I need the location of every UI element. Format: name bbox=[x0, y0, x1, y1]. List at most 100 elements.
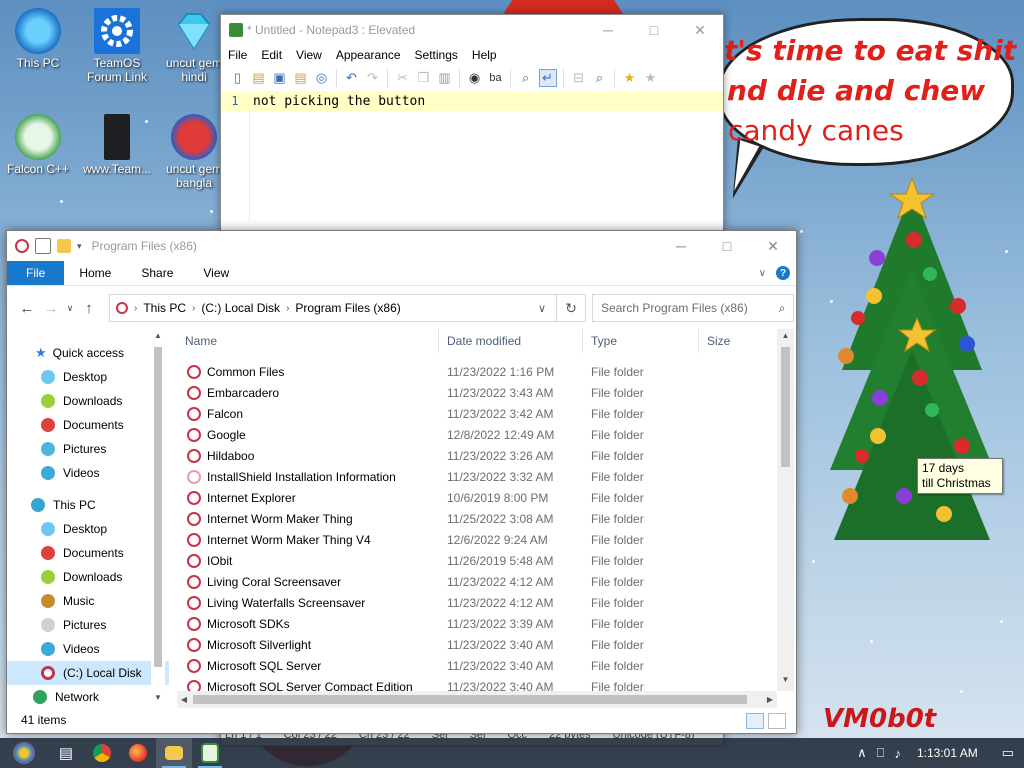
customize-dropdown-icon[interactable]: ▾ bbox=[77, 241, 82, 252]
close-button[interactable]: ✕ bbox=[750, 231, 796, 261]
copy-icon[interactable]: ❐ bbox=[416, 70, 432, 86]
zoom-in-icon[interactable]: ⌕ bbox=[592, 70, 608, 86]
scroll-down-icon[interactable]: ▼ bbox=[151, 693, 165, 702]
start-button[interactable] bbox=[0, 738, 48, 768]
menu-appearance[interactable]: Appearance bbox=[329, 48, 408, 62]
show-hidden-icons-icon[interactable]: ∧ bbox=[857, 745, 867, 761]
new-file-icon[interactable]: ▯ bbox=[230, 70, 246, 86]
network-icon[interactable]: ⎕ bbox=[877, 745, 885, 761]
file-list-scrollbar[interactable]: ▲ ▼ bbox=[777, 329, 794, 691]
nav-pc-music[interactable]: Music bbox=[7, 589, 169, 613]
breadcrumb-this-pc[interactable]: This PC bbox=[137, 301, 192, 315]
desktop-icon-this-pc[interactable]: This PC bbox=[2, 8, 74, 70]
maximize-button[interactable]: □ bbox=[631, 15, 677, 45]
scroll-left-icon[interactable]: ◀ bbox=[177, 691, 191, 708]
horizontal-scrollbar[interactable]: ◀ ▶ bbox=[177, 691, 777, 708]
open-folder-icon[interactable]: ▤ bbox=[251, 70, 267, 86]
nav-scrollbar[interactable]: ▲ ▼ bbox=[151, 329, 165, 709]
tab-home[interactable]: Home bbox=[64, 261, 126, 285]
scroll-up-icon[interactable]: ▲ bbox=[151, 331, 165, 340]
table-row[interactable]: Falcon 11/23/2022 3:42 AM File folder bbox=[177, 403, 777, 424]
column-date-modified[interactable]: Date modified bbox=[439, 329, 583, 353]
refresh-button[interactable]: ↻ bbox=[557, 294, 586, 322]
browse-icon[interactable]: ◎ bbox=[314, 70, 330, 86]
nav-qa-videos[interactable]: Videos ⌖ bbox=[7, 461, 169, 485]
desktop-icon-teamos[interactable]: TeamOS Forum Link bbox=[81, 8, 153, 84]
paste-icon[interactable]: ▥ bbox=[437, 70, 453, 86]
explorer-window[interactable]: ▾ Program Files (x86) ─ □ ✕ File Home Sh… bbox=[6, 230, 797, 734]
taskbar-chrome[interactable] bbox=[84, 738, 120, 768]
volume-icon[interactable]: ♪ bbox=[894, 746, 901, 761]
explorer-titlebar[interactable]: ▾ Program Files (x86) ─ □ ✕ bbox=[7, 231, 796, 261]
table-row[interactable]: Embarcadero 11/23/2022 3:43 AM File folder bbox=[177, 382, 777, 403]
search-input[interactable]: Search Program Files (x86) bbox=[593, 301, 771, 315]
nav-this-pc[interactable]: This PC bbox=[7, 493, 169, 517]
table-row[interactable]: Living Coral Screensaver 11/23/2022 4:12 … bbox=[177, 571, 777, 592]
new-folder-icon[interactable] bbox=[57, 239, 71, 253]
search-box[interactable]: Search Program Files (x86) ⌕ bbox=[592, 294, 794, 322]
task-view-button[interactable]: ▤ bbox=[48, 738, 84, 768]
recent-locations-icon[interactable]: ∨ bbox=[63, 303, 77, 314]
nav-pc-downloads[interactable]: Downloads bbox=[7, 565, 169, 589]
table-row[interactable]: Microsoft SQL Server Compact Edition 11/2… bbox=[177, 676, 777, 691]
forward-arrow-icon[interactable]: → bbox=[39, 300, 63, 317]
taskbar-firefox[interactable] bbox=[120, 738, 156, 768]
nav-qa-pictures[interactable]: Pictures ⌖ bbox=[7, 437, 169, 461]
goto-icon[interactable]: ⌕ bbox=[518, 70, 534, 86]
table-row[interactable]: Internet Worm Maker Thing 11/25/2022 3:08… bbox=[177, 508, 777, 529]
breadcrumb-program-files[interactable]: Program Files (x86) bbox=[289, 301, 406, 315]
notepad-titlebar[interactable]: * Untitled - Notepad3 : Elevated ─ □ ✕ bbox=[221, 15, 723, 45]
notification-icon[interactable]: ▭ bbox=[1002, 745, 1014, 761]
word-wrap-icon[interactable]: ↵ bbox=[538, 69, 557, 87]
tab-file[interactable]: File bbox=[7, 261, 65, 285]
find-icon[interactable]: ◉ bbox=[467, 70, 483, 86]
expand-ribbon-icon[interactable]: ∨ bbox=[759, 268, 766, 279]
replace-icon[interactable]: ba bbox=[488, 70, 504, 86]
table-row[interactable]: Microsoft SQL Server 11/23/2022 3:40 AM Fi… bbox=[177, 655, 777, 676]
address-dropdown-icon[interactable]: ∨ bbox=[528, 302, 556, 315]
editor-area[interactable]: 1 not picking the button bbox=[221, 91, 723, 221]
tab-view[interactable]: View bbox=[188, 261, 244, 285]
redo-icon[interactable]: ↷ bbox=[365, 70, 381, 86]
nav-quick-access[interactable]: ★ Quick access bbox=[7, 341, 169, 365]
breadcrumb-local-disk[interactable]: (C:) Local Disk bbox=[195, 301, 286, 315]
favorites-icon[interactable]: ★ bbox=[622, 70, 638, 86]
tab-share[interactable]: Share bbox=[126, 261, 188, 285]
maximize-button[interactable]: □ bbox=[704, 231, 750, 261]
scroll-up-icon[interactable]: ▲ bbox=[777, 331, 794, 340]
details-view-icon[interactable] bbox=[746, 713, 764, 729]
menu-edit[interactable]: Edit bbox=[254, 48, 289, 62]
taskbar-file-explorer[interactable] bbox=[156, 738, 192, 768]
table-row[interactable]: Internet Explorer 10/6/2019 8:00 PM File f… bbox=[177, 487, 777, 508]
table-row[interactable]: Living Waterfalls Screensaver 11/23/2022 … bbox=[177, 592, 777, 613]
menu-file[interactable]: File bbox=[221, 48, 254, 62]
table-row[interactable]: Microsoft SDKs 11/23/2022 3:39 AM File fol… bbox=[177, 613, 777, 634]
nav-pc-documents[interactable]: Documents bbox=[7, 541, 169, 565]
menu-help[interactable]: Help bbox=[465, 48, 504, 62]
add-favorite-icon[interactable]: ★ bbox=[643, 70, 659, 86]
nav-qa-documents[interactable]: Documents ⌖ bbox=[7, 413, 169, 437]
desktop-icon-falcon[interactable]: Falcon C++ bbox=[2, 114, 74, 176]
back-arrow-icon[interactable]: ← bbox=[15, 300, 39, 317]
nav-qa-desktop[interactable]: Desktop ⌖ bbox=[7, 365, 169, 389]
taskbar-notepad3[interactable] bbox=[192, 738, 228, 768]
table-row[interactable]: Microsoft Silverlight 11/23/2022 3:40 AM F… bbox=[177, 634, 777, 655]
scroll-right-icon[interactable]: ▶ bbox=[763, 691, 777, 708]
minimize-button[interactable]: ─ bbox=[658, 231, 704, 261]
table-row[interactable]: IObit 11/26/2019 5:48 AM File folder bbox=[177, 550, 777, 571]
clock[interactable]: 1:13:01 AM bbox=[917, 746, 978, 760]
column-type[interactable]: Type bbox=[583, 329, 699, 353]
column-size[interactable]: Size bbox=[699, 329, 769, 353]
nav-local-disk[interactable]: (C:) Local Disk bbox=[7, 661, 169, 685]
nav-network[interactable]: Network bbox=[7, 685, 169, 709]
up-arrow-icon[interactable]: ↑ bbox=[77, 300, 101, 317]
save-icon[interactable]: ▣ bbox=[272, 70, 288, 86]
nav-qa-downloads[interactable]: Downloads ⌖ bbox=[7, 389, 169, 413]
nav-scroll-thumb[interactable] bbox=[154, 347, 162, 667]
cut-icon[interactable]: ✂ bbox=[395, 70, 411, 86]
horizontal-scroll-thumb[interactable] bbox=[193, 695, 747, 704]
nav-pc-desktop[interactable]: Desktop bbox=[7, 517, 169, 541]
menu-settings[interactable]: Settings bbox=[408, 48, 465, 62]
save-as-icon[interactable]: ▤ bbox=[293, 70, 309, 86]
file-list-scroll-thumb[interactable] bbox=[781, 347, 790, 467]
